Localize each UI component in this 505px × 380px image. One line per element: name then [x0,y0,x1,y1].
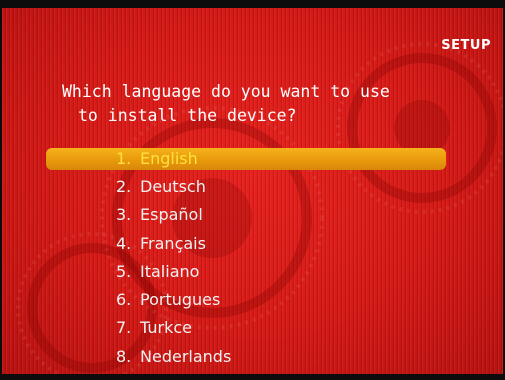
option-number: 1. [116,149,132,168]
option-label: Deutsch [140,177,206,196]
option-label: Nederlands [140,346,232,366]
language-list: 1. English 2. Deutsch 3. Español 4. Français… [46,145,446,371]
option-label: Français [140,233,206,253]
language-option-italiano[interactable]: 5. Italiano [46,258,446,286]
option-number: 8. [116,346,132,366]
setup-label: SETUP [441,38,491,53]
option-label: Italiano [140,261,200,281]
language-option-nederlands[interactable]: 8. Nederlands [46,343,446,371]
language-option-portugues[interactable]: 6. Portugues [46,286,446,314]
setup-screen: SETUP Which language do you want to use … [2,8,503,374]
question-line-2: to install the device? [78,106,297,125]
option-number: 4. [116,233,132,253]
language-option-deutsch[interactable]: 2. Deutsch [46,173,446,201]
option-number: 6. [116,290,132,310]
question-line-1: Which language do you want to use [62,82,390,101]
option-number: 5. [116,261,132,281]
option-number: 7. [116,318,132,338]
language-option-english[interactable]: 1. English [46,148,446,170]
language-question: Which language do you want to use to ins… [62,80,462,128]
option-label: Español [140,205,203,225]
language-option-francais[interactable]: 4. Français [46,230,446,258]
option-number: 2. [116,177,132,196]
language-option-turkce[interactable]: 7. Turkce [46,314,446,342]
option-label: Portugues [140,290,221,310]
language-option-espanol[interactable]: 3. Español [46,201,446,229]
option-label: English [140,149,198,168]
option-number: 3. [116,205,132,225]
option-label: Turkce [140,318,192,338]
